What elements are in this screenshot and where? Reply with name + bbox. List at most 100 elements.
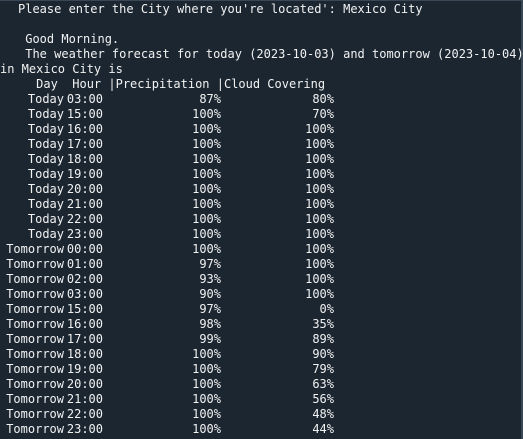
row-cloud-covering: 90% — [312, 347, 334, 361]
row-precipitation: 87% — [199, 92, 221, 106]
row-hour: 23:00 — [66, 227, 103, 241]
table-row: Today 22:00 100% 100% — [0, 212, 523, 227]
row-hour: 23:00 — [66, 422, 103, 436]
row-hour: 19:00 — [66, 167, 103, 181]
table-row: Tomorrow 20:00 100% 63% — [0, 377, 523, 392]
table-row: Tomorrow 01:00 97% 100% — [0, 257, 523, 272]
row-day: Tomorrow — [6, 317, 64, 331]
row-precipitation: 100% — [192, 212, 221, 226]
row-cloud-covering: 100% — [305, 212, 334, 226]
row-day: Tomorrow — [6, 287, 64, 301]
row-precipitation: 100% — [192, 362, 221, 376]
row-day: Tomorrow — [6, 347, 64, 361]
row-cloud-covering: 100% — [305, 272, 334, 286]
row-cloud-covering: 80% — [312, 92, 334, 106]
row-precipitation: 100% — [192, 107, 221, 121]
table-row: Tomorrow 18:00 100% 90% — [0, 347, 523, 362]
row-precipitation: 90% — [199, 287, 221, 301]
table-row: Tomorrow 22:00 100% 48% — [0, 407, 523, 422]
row-cloud-covering: 79% — [312, 362, 334, 376]
table-row: Tomorrow 00:00 100% 100% — [0, 242, 523, 257]
table-row: Today 18:00 100% 100% — [0, 152, 523, 167]
row-precipitation: 97% — [199, 257, 221, 271]
row-cloud-covering: 100% — [305, 242, 334, 256]
row-precipitation: 100% — [192, 422, 221, 436]
row-day: Today — [27, 92, 64, 106]
table-row: Tomorrow 23:00 100% 44% — [0, 422, 523, 437]
row-precipitation: 100% — [192, 197, 221, 211]
row-cloud-covering: 100% — [305, 167, 334, 181]
row-hour: 18:00 — [66, 347, 103, 361]
row-day: Tomorrow — [6, 332, 64, 346]
row-hour: 17:00 — [66, 137, 103, 151]
row-day: Tomorrow — [6, 392, 64, 406]
row-day: Today — [27, 107, 64, 121]
row-hour: 15:00 — [66, 302, 103, 316]
row-hour: 20:00 — [66, 377, 103, 391]
row-day: Tomorrow — [6, 272, 64, 286]
table-row: Tomorrow 21:00 100% 56% — [0, 392, 523, 407]
city-prompt-line: Please enter the City where you're locat… — [18, 2, 423, 16]
row-day: Tomorrow — [6, 257, 64, 271]
row-day: Tomorrow — [6, 362, 64, 376]
row-day: Tomorrow — [6, 407, 64, 421]
terminal-window[interactable]: Please enter the City where you're locat… — [0, 0, 523, 439]
table-row: Tomorrow 17:00 99% 89% — [0, 332, 523, 347]
row-hour: 16:00 — [66, 122, 103, 136]
row-cloud-covering: 48% — [312, 407, 334, 421]
row-cloud-covering: 89% — [312, 332, 334, 346]
row-cloud-covering: 100% — [305, 257, 334, 271]
row-day: Tomorrow — [6, 377, 64, 391]
table-row: Tomorrow 19:00 100% 79% — [0, 362, 523, 377]
table-header: Day Hour |Precipitation |Cloud Covering — [0, 77, 326, 91]
row-cloud-covering: 100% — [305, 182, 334, 196]
row-day: Today — [27, 152, 64, 166]
row-cloud-covering: 56% — [312, 392, 334, 406]
table-row: Tomorrow 16:00 98% 35% — [0, 317, 523, 332]
forecast-intro-line: The weather forecast for today (2023-10-… — [18, 47, 523, 61]
row-hour: 01:00 — [66, 257, 103, 271]
row-precipitation: 100% — [192, 122, 221, 136]
row-precipitation: 100% — [192, 182, 221, 196]
row-cloud-covering: 100% — [305, 227, 334, 241]
row-day: Today — [27, 212, 64, 226]
row-day: Today — [27, 182, 64, 196]
table-row: Today 16:00 100% 100% — [0, 122, 523, 137]
row-precipitation: 100% — [192, 152, 221, 166]
table-row: Today 23:00 100% 100% — [0, 227, 523, 242]
row-precipitation: 93% — [199, 272, 221, 286]
table-row: Today 19:00 100% 100% — [0, 167, 523, 182]
row-hour: 17:00 — [66, 332, 103, 346]
row-precipitation: 99% — [199, 332, 221, 346]
row-cloud-covering: 0% — [319, 302, 334, 316]
row-cloud-covering: 63% — [312, 377, 334, 391]
row-precipitation: 100% — [192, 377, 221, 391]
forecast-table-body: Today 03:00 87% 80% Today 15:00 100% 70% Today 16… — [6, 92, 523, 437]
row-cloud-covering: 70% — [312, 107, 334, 121]
row-cloud-covering: 100% — [305, 122, 334, 136]
row-day: Tomorrow — [6, 302, 64, 316]
row-hour: 21:00 — [66, 392, 103, 406]
row-cloud-covering: 44% — [312, 422, 334, 436]
row-cloud-covering: 100% — [305, 137, 334, 151]
row-cloud-covering: 100% — [305, 152, 334, 166]
row-day: Tomorrow — [6, 422, 64, 436]
row-hour: 15:00 — [66, 107, 103, 121]
greeting-line: Good Morning. — [18, 32, 120, 46]
row-hour: 03:00 — [66, 287, 103, 301]
table-row: Today 15:00 100% 70% — [0, 107, 523, 122]
row-precipitation: 100% — [192, 392, 221, 406]
row-cloud-covering: 100% — [305, 287, 334, 301]
row-precipitation: 100% — [192, 167, 221, 181]
table-row: Tomorrow 15:00 97% 0% — [0, 302, 523, 317]
row-precipitation: 100% — [192, 347, 221, 361]
row-hour: 02:00 — [66, 272, 103, 286]
row-day: Today — [27, 167, 64, 181]
row-day: Tomorrow — [6, 242, 64, 256]
table-row: Today 03:00 87% 80% — [0, 92, 523, 107]
row-precipitation: 97% — [199, 302, 221, 316]
table-row: Tomorrow 02:00 93% 100% — [0, 272, 523, 287]
row-cloud-covering: 100% — [305, 197, 334, 211]
row-day: Today — [27, 122, 64, 136]
